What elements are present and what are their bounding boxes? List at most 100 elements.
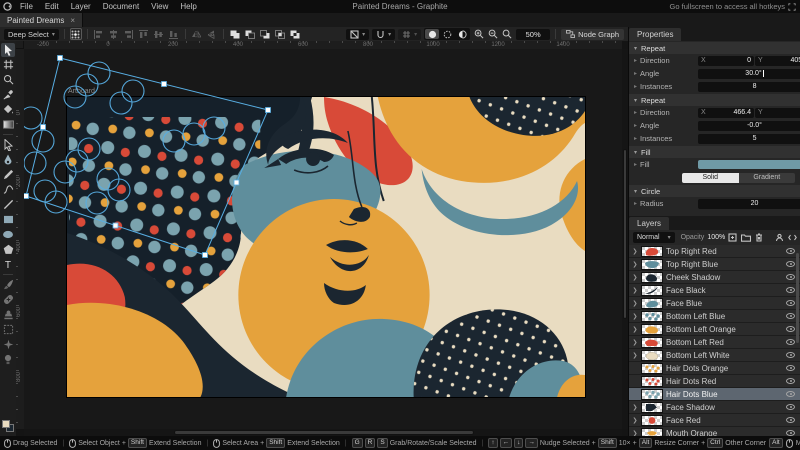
expand-chevron-icon[interactable]: ❯ (632, 300, 638, 307)
fill-color-swatch[interactable] (698, 160, 800, 169)
layer-row-hair-dots-blue[interactable]: Hair Dots Blue (629, 388, 800, 401)
brush-tool[interactable] (1, 278, 15, 292)
visibility-eye-icon[interactable] (786, 365, 796, 372)
expand-chevron-icon[interactable]: ❯ (632, 326, 638, 333)
layer-row-bottom-left-blue[interactable]: ❯Bottom Left Blue (629, 310, 800, 323)
expand-chevron-icon[interactable]: ❯ (632, 248, 638, 255)
fill-tool[interactable] (1, 103, 15, 117)
spline-tool[interactable] (1, 183, 15, 197)
visibility-eye-icon[interactable] (786, 274, 796, 281)
overlays-toggle[interactable]: ▾ (346, 29, 369, 40)
value-input[interactable]: -0.0° (698, 121, 800, 131)
clone-tool[interactable] (1, 308, 15, 322)
align-bottom-icon[interactable] (168, 28, 180, 40)
rectangle-tool[interactable] (1, 213, 15, 227)
document-tab[interactable]: Painted Dreams × (0, 13, 83, 27)
visibility-eye-icon[interactable] (786, 300, 796, 307)
new-folder-icon[interactable] (741, 234, 751, 242)
polygon-tool[interactable] (1, 243, 15, 257)
visibility-eye-icon[interactable] (786, 339, 796, 346)
tab-layers[interactable]: Layers (629, 217, 669, 230)
layer-row-bottom-left-white[interactable]: ❯Bottom Left White (629, 349, 800, 362)
expand-panel-icon[interactable] (788, 234, 797, 241)
visibility-eye-icon[interactable] (786, 417, 796, 424)
line-tool[interactable] (1, 198, 15, 212)
opacity-field[interactable]: 100% (707, 234, 725, 241)
expand-chevron-icon[interactable]: ❯ (632, 261, 638, 268)
visibility-eye-icon[interactable] (786, 313, 796, 320)
x-input[interactable]: X466.4 (698, 108, 754, 118)
layer-row-top-right-blue[interactable]: ❯Top Right Blue (629, 258, 800, 271)
value-input[interactable]: 8 (698, 82, 800, 92)
boolean-intersect-icon[interactable] (274, 28, 286, 40)
value-input[interactable]: 20 (698, 199, 800, 209)
flip-vertical-icon[interactable] (206, 28, 218, 40)
view-mode-normal[interactable] (425, 29, 439, 39)
align-top-icon[interactable] (138, 28, 150, 40)
boolean-difference-icon[interactable] (289, 28, 301, 40)
select-all-icon[interactable] (775, 233, 784, 242)
menu-layer[interactable]: Layer (65, 2, 97, 11)
visibility-eye-icon[interactable] (786, 378, 796, 385)
menu-edit[interactable]: Edit (39, 2, 65, 11)
section-header-repeat-1[interactable]: ▾Repeat (629, 94, 800, 106)
y-input[interactable]: Y405.7 (755, 56, 800, 66)
node-graph-button[interactable]: Node Graph (561, 29, 624, 40)
navigate-tool[interactable] (1, 73, 15, 87)
patch-tool[interactable] (1, 323, 15, 337)
menu-document[interactable]: Document (97, 2, 145, 11)
visibility-eye-icon[interactable] (786, 404, 796, 411)
value-input[interactable]: 30.0° (698, 69, 800, 79)
align-left-icon[interactable] (93, 28, 105, 40)
expand-chevron-icon[interactable]: ❯ (632, 404, 638, 411)
select-tool[interactable] (1, 43, 15, 57)
layer-row-bottom-left-orange[interactable]: ❯Bottom Left Orange (629, 323, 800, 336)
layer-row-top-right-red[interactable]: ❯Top Right Red (629, 245, 800, 258)
view-mode-outline[interactable] (440, 29, 454, 39)
horizontal-scrollbar-thumb[interactable] (174, 430, 474, 435)
freehand-tool[interactable] (1, 168, 15, 182)
layer-row-face-red[interactable]: ❯Face Red (629, 414, 800, 427)
x-input[interactable]: X0 (698, 56, 754, 66)
layer-row-face-black[interactable]: ❯Face Black (629, 284, 800, 297)
zoom-in-button[interactable] (473, 28, 485, 40)
boolean-subtract-front-icon[interactable] (244, 28, 256, 40)
text-tool[interactable]: T (1, 258, 15, 272)
layer-row-mouth-orange[interactable]: ❯Mouth Orange (629, 427, 800, 436)
pen-tool[interactable] (1, 153, 15, 167)
delete-layer-icon[interactable] (755, 233, 763, 242)
section-header-fill-2[interactable]: ▾Fill (629, 146, 800, 158)
y-input[interactable]: Y0 (755, 108, 800, 118)
layer-row-bottom-left-red[interactable]: ❯Bottom Left Red (629, 336, 800, 349)
visibility-eye-icon[interactable] (786, 248, 796, 255)
align-vertical-center-icon[interactable] (153, 28, 165, 40)
expand-chevron-icon[interactable]: ❯ (632, 417, 638, 424)
selection-mode-dropdown[interactable]: Deep Select ▾ (4, 29, 59, 40)
boolean-subtract-back-icon[interactable] (259, 28, 271, 40)
close-tab-icon[interactable]: × (70, 16, 75, 25)
menu-view[interactable]: View (145, 2, 174, 11)
visibility-eye-icon[interactable] (786, 287, 796, 294)
gradient-tool[interactable] (1, 118, 15, 132)
layer-row-hair-dots-orange[interactable]: Hair Dots Orange (629, 362, 800, 375)
expand-chevron-icon[interactable]: ❯ (632, 339, 638, 346)
layer-row-cheek-shadow[interactable]: ❯Cheek Shadow (629, 271, 800, 284)
eyedropper-tool[interactable] (1, 88, 15, 102)
vertical-scrollbar-thumb[interactable] (623, 149, 627, 319)
expand-chevron-icon[interactable]: ❯ (632, 274, 638, 281)
layer-row-face-shadow[interactable]: ❯Face Shadow (629, 401, 800, 414)
view-mode-pixels[interactable] (455, 29, 469, 39)
boolean-union-icon[interactable] (229, 28, 241, 40)
menu-help[interactable]: Help (174, 2, 202, 11)
primary-color-swatch[interactable] (2, 420, 10, 428)
section-header-repeat-0[interactable]: ▾Repeat (629, 42, 800, 54)
zoom-level-field[interactable]: 50% (516, 29, 550, 40)
ellipse-tool[interactable] (1, 228, 15, 242)
expand-chevron-icon[interactable]: ❯ (632, 287, 638, 294)
visibility-eye-icon[interactable] (786, 391, 796, 398)
align-right-icon[interactable] (123, 28, 135, 40)
section-header-circle-3[interactable]: ▾Circle (629, 185, 800, 197)
artboard-tool[interactable] (1, 58, 15, 72)
horizontal-scrollbar[interactable] (24, 429, 622, 436)
visibility-eye-icon[interactable] (786, 261, 796, 268)
